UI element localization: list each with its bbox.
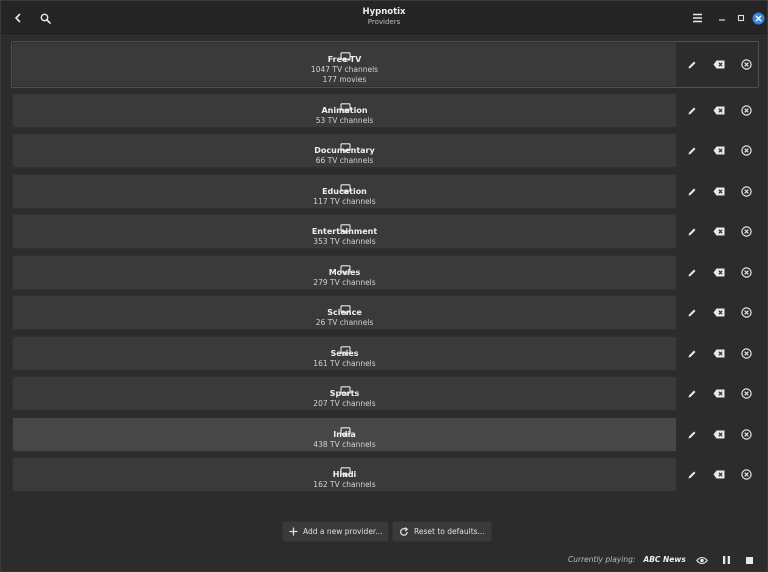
circle-x-remove-icon[interactable] [738,467,754,483]
circle-x-remove-icon[interactable] [738,265,754,281]
close-icon[interactable] [749,9,767,27]
provider-channels: 438 TV channels [313,440,376,449]
backspace-clear-icon[interactable] [711,427,727,443]
pencil-icon[interactable] [684,184,700,200]
provider-button[interactable]: Series 161 TV channels [12,336,677,371]
provider-name: Entertainment [311,227,378,236]
circle-x-remove-icon[interactable] [738,184,754,200]
header-bar: Hypnotix Providers [1,1,767,34]
provider-name: Education [322,187,367,196]
circle-x-remove-icon[interactable] [738,57,754,73]
provider-name: India [333,430,356,439]
circle-x-remove-icon[interactable] [738,224,754,240]
backspace-clear-icon[interactable] [711,386,727,402]
backspace-clear-icon[interactable] [711,346,727,362]
circle-x-remove-icon[interactable] [738,386,754,402]
backspace-clear-icon[interactable] [711,265,727,281]
pencil-icon[interactable] [684,346,700,362]
pencil-icon[interactable] [684,305,700,321]
provider-name: Free-TV [327,55,362,64]
provider-button[interactable]: Science 26 TV channels [12,295,677,330]
provider-channels: 162 TV channels [313,480,376,489]
pencil-icon[interactable] [684,386,700,402]
backspace-clear-icon[interactable] [711,467,727,483]
provider-channels: 53 TV channels [315,116,374,125]
now-playing-value: ABC News [643,555,686,564]
pencil-icon[interactable] [684,265,700,281]
provider-channels: 161 TV channels [313,359,376,368]
window-subtitle: Providers [367,17,401,26]
title-box: Hypnotix Providers [1,8,767,26]
hamburger-menu-icon[interactable] [688,9,706,27]
pencil-icon[interactable] [684,224,700,240]
provider-name: Hindi [332,470,357,479]
provider-button[interactable]: Education 117 TV channels [12,174,677,209]
backspace-clear-icon[interactable] [711,143,727,159]
app-window: Hypnotix Providers Free-TV 1047 TV channe… [0,0,768,572]
backspace-clear-icon[interactable] [711,57,727,73]
circle-x-remove-icon[interactable] [738,103,754,119]
provider-button[interactable]: Movies 279 TV channels [12,255,677,290]
provider-movies: 177 movies [322,75,367,84]
now-playing-status: Currently playing: ABC News [568,556,686,564]
minimize-icon[interactable] [713,9,731,27]
provider-channels: 66 TV channels [315,156,374,165]
circle-x-remove-icon[interactable] [738,305,754,321]
now-playing-label: Currently playing: [568,555,636,564]
provider-button[interactable]: Free-TV 1047 TV channels 177 movies [12,42,677,87]
circle-x-remove-icon[interactable] [738,427,754,443]
backspace-clear-icon[interactable] [711,305,727,321]
pencil-icon[interactable] [684,143,700,159]
backspace-clear-icon[interactable] [711,184,727,200]
provider-channels: 117 TV channels [313,197,376,206]
provider-name: Science [327,308,362,317]
provider-name: Sports [329,389,360,398]
provider-channels: 1047 TV channels [310,65,379,74]
reset-defaults-button[interactable]: Reset to defaults... [392,521,492,542]
provider-button[interactable]: Sports 207 TV channels [12,376,677,411]
add-provider-button[interactable]: Add a new provider... [282,521,390,542]
maximize-icon[interactable] [732,9,750,27]
pause-icon[interactable] [720,554,732,566]
backspace-clear-icon[interactable] [711,224,727,240]
pencil-icon[interactable] [684,103,700,119]
stop-icon[interactable] [743,554,755,566]
pencil-icon[interactable] [684,467,700,483]
pencil-icon[interactable] [684,57,700,73]
provider-button[interactable]: India 438 TV channels [12,417,677,452]
provider-button[interactable]: Entertainment 353 TV channels [12,214,677,249]
provider-channels: 279 TV channels [313,278,376,287]
add-provider-label: Add a new provider... [303,527,383,536]
provider-button[interactable]: Hindi 162 TV channels [12,457,677,492]
reset-defaults-label: Reset to defaults... [414,527,485,536]
provider-name: Documentary [314,146,375,155]
provider-button[interactable]: Documentary 66 TV channels [12,133,677,168]
provider-channels: 26 TV channels [315,318,374,327]
provider-channels: 207 TV channels [313,399,376,408]
provider-name: Movies [328,268,361,277]
circle-x-remove-icon[interactable] [738,346,754,362]
plus-icon [289,527,298,536]
provider-channels: 353 TV channels [313,237,376,246]
refresh-icon [399,526,409,536]
circle-x-remove-icon[interactable] [738,143,754,159]
backspace-clear-icon[interactable] [711,103,727,119]
provider-button[interactable]: Animation 53 TV channels [12,93,677,128]
provider-name: Series [330,349,359,358]
window-title: Hypnotix [362,7,406,17]
pencil-icon[interactable] [684,427,700,443]
eye-icon[interactable] [696,554,708,566]
provider-name: Animation [321,106,368,115]
